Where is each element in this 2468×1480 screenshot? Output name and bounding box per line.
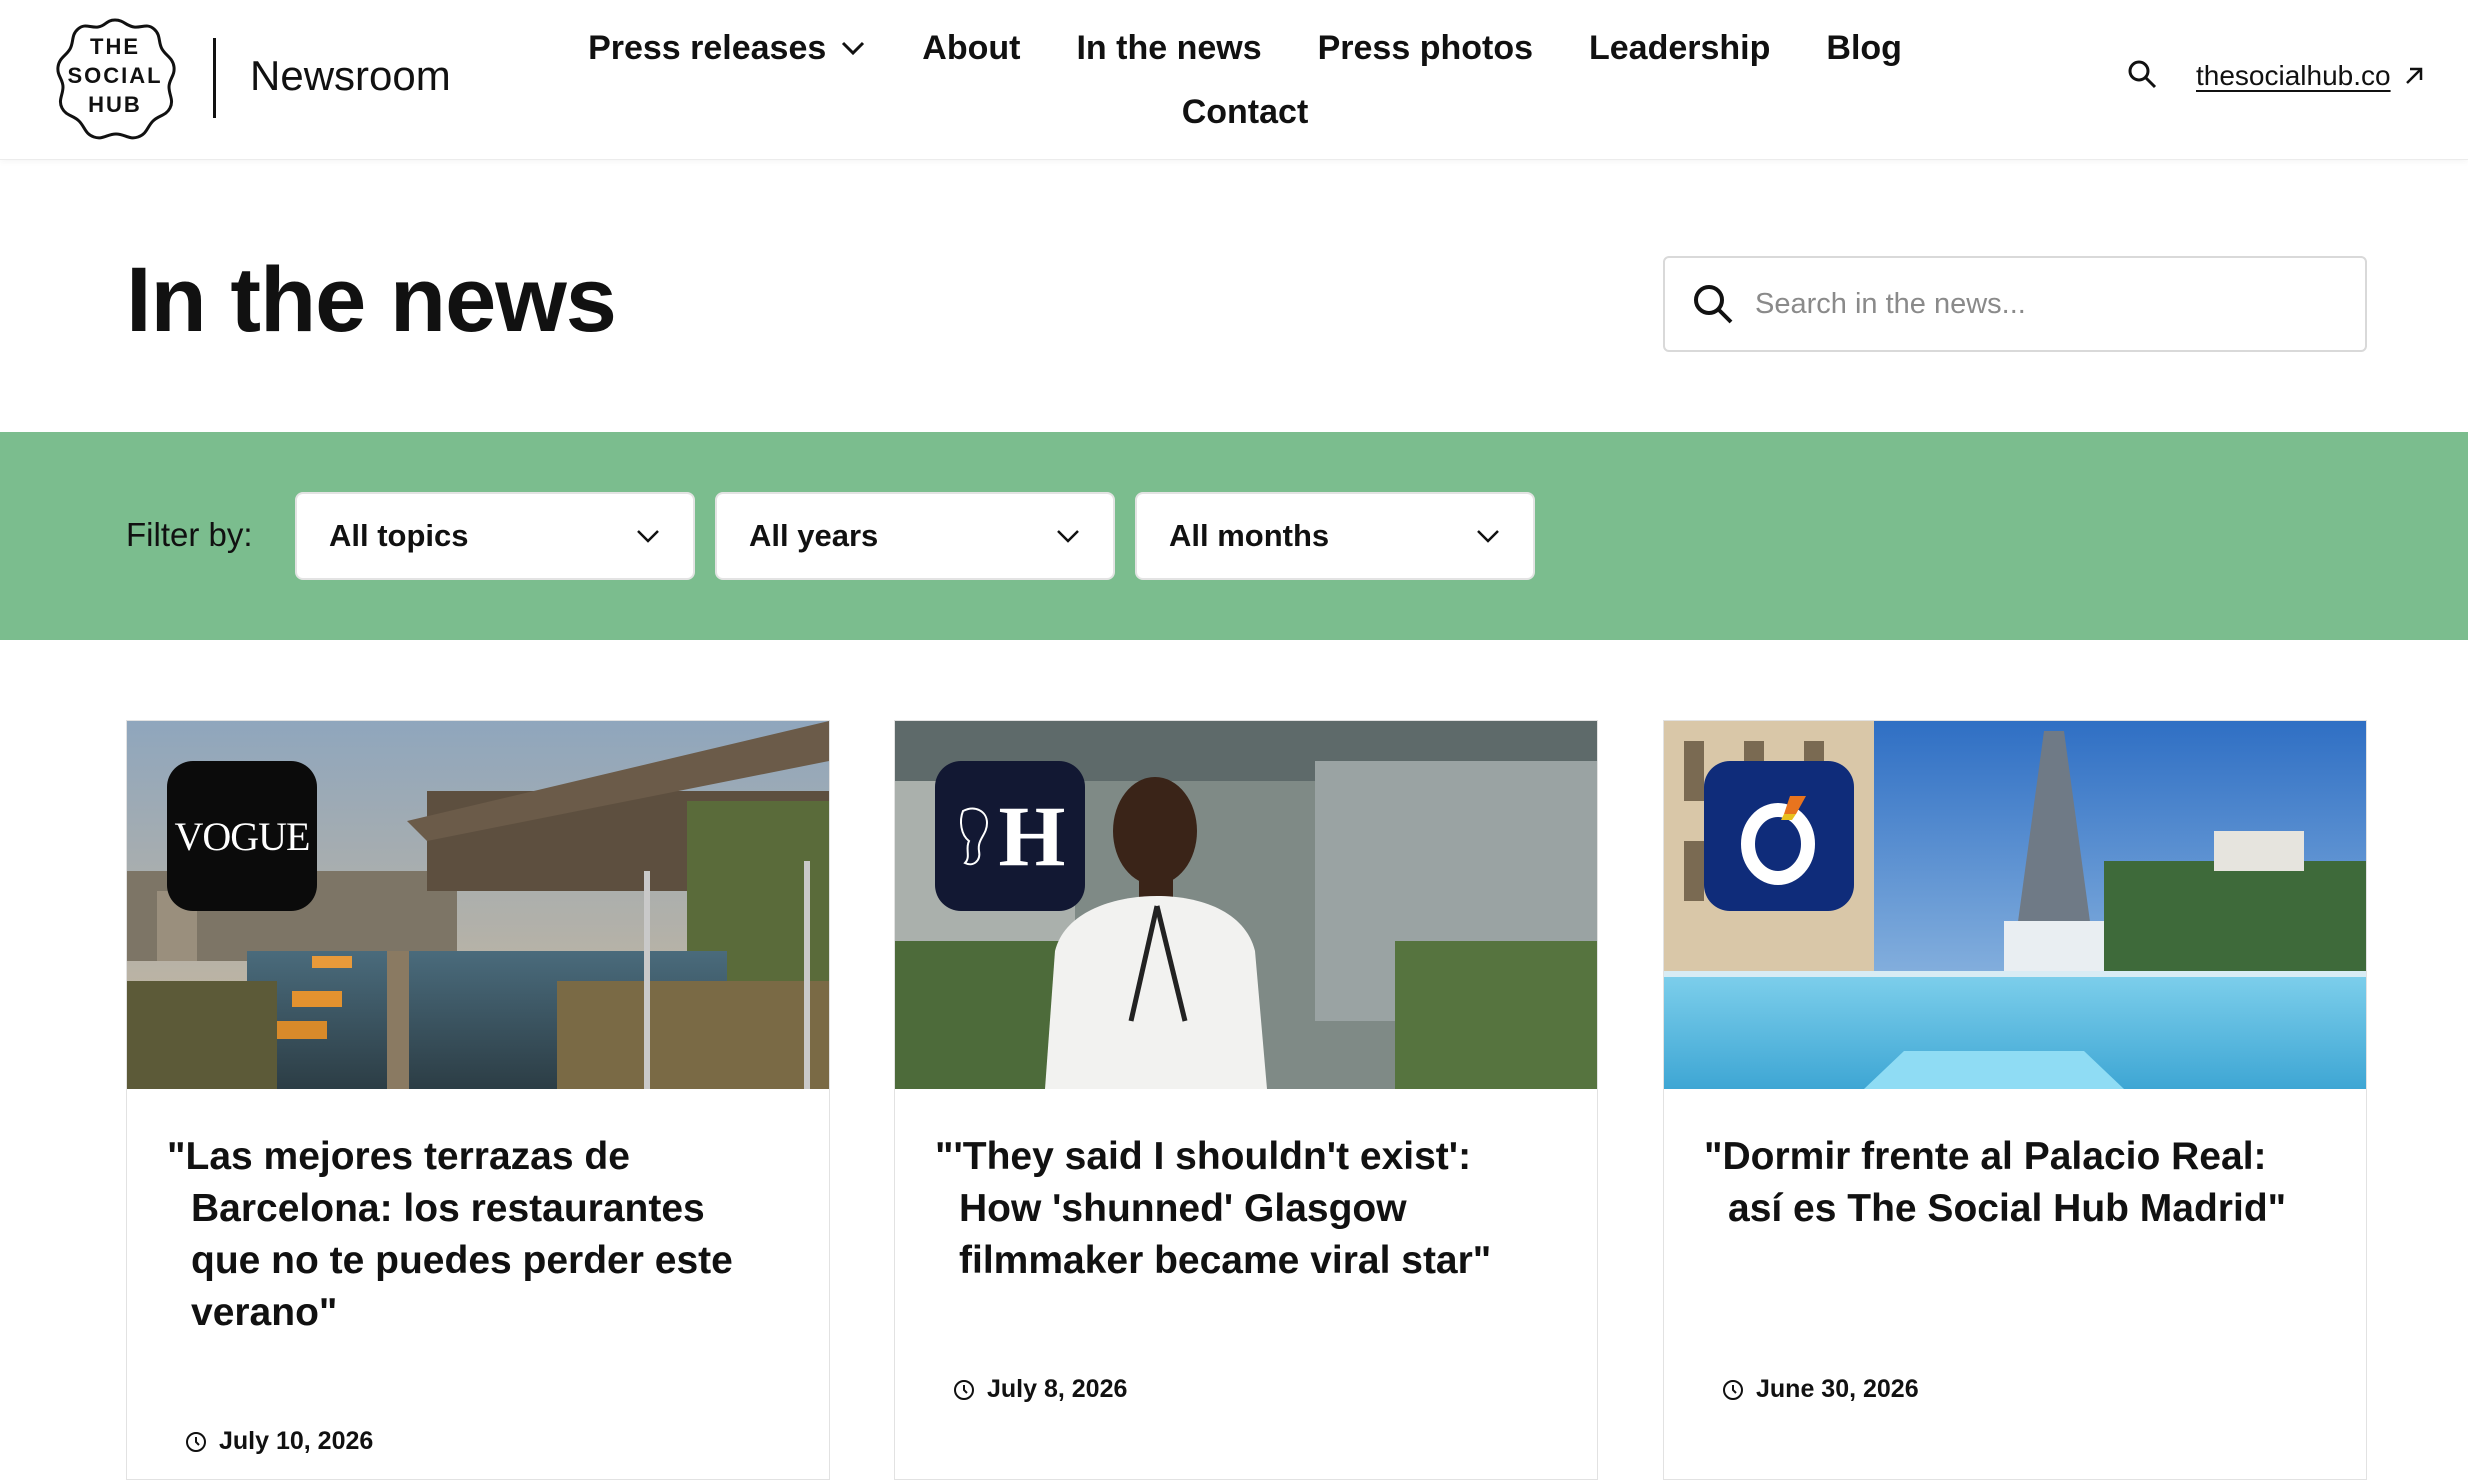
publication-name: H (998, 788, 1066, 884)
nav-about[interactable]: About (922, 22, 1020, 74)
okdiario-o-mark-icon (1741, 796, 1815, 885)
nav-label: Press releases (588, 29, 827, 67)
clock-icon (953, 1379, 975, 1401)
nav-leadership[interactable]: Leadership (1589, 22, 1770, 74)
card-date: July 8, 2026 (953, 1375, 1127, 1404)
card-date: June 30, 2026 (1722, 1375, 1919, 1404)
card-image (1664, 721, 2366, 1089)
external-arrow-icon (2403, 65, 2425, 87)
years-select[interactable]: All years (715, 492, 1115, 580)
card-image: VOGUE (127, 721, 829, 1089)
chevron-down-icon (635, 528, 661, 544)
nav-press-releases[interactable]: Press releases (588, 22, 866, 74)
search-icon (1691, 282, 1735, 326)
card-title: "Las mejores terrazas de Barcelona: los … (167, 1135, 733, 1334)
topics-select-value: All topics (329, 518, 469, 553)
external-link-label: thesocialhub.co (2196, 60, 2391, 91)
vogue-logo: VOGUE (167, 761, 317, 911)
herald-logo: H (935, 761, 1085, 911)
chevron-down-icon (1055, 528, 1081, 544)
main-nav: Press releases About In the news Press p… (560, 22, 1930, 138)
brand-name[interactable]: Newsroom (250, 52, 451, 100)
months-select-value: All months (1169, 518, 1330, 553)
nav-contact[interactable]: Contact (1182, 86, 1309, 138)
chevron-down-icon (840, 39, 866, 57)
clock-icon (185, 1431, 207, 1453)
okdiario-logo (1704, 761, 1854, 911)
date-label: July 8, 2026 (987, 1375, 1128, 1403)
date-label: June 30, 2026 (1756, 1375, 1919, 1403)
news-card[interactable]: "Dormir frente al Palacio Real: así es T… (1663, 720, 2367, 1480)
logo-wordmark: THE SOCIAL HUB (67, 34, 163, 117)
topics-select[interactable]: All topics (295, 492, 695, 580)
nav-press-photos[interactable]: Press photos (1318, 22, 1533, 74)
card-date: July 10, 2026 (185, 1427, 373, 1456)
page-title: In the news (126, 249, 617, 351)
card-title: "'They said I shouldn't exist': How 'shu… (935, 1135, 1492, 1282)
chevron-down-icon (1475, 528, 1501, 544)
news-card[interactable]: VOGUE "Las mejores terrazas de Barcelona… (126, 720, 830, 1480)
publication-name: VOGUE (174, 813, 311, 859)
clock-icon (1722, 1379, 1744, 1401)
logo-divider (213, 38, 216, 118)
years-select-value: All years (749, 518, 879, 553)
date-label: July 10, 2026 (219, 1427, 374, 1455)
card-title: "Dormir frente al Palacio Real: así es T… (1704, 1135, 2287, 1230)
nav-blog[interactable]: Blog (1826, 22, 1902, 74)
news-search-box[interactable] (1663, 256, 2367, 352)
site-header: THE SOCIAL HUB Newsroom Press releases A… (0, 0, 2468, 160)
card-image: H (895, 721, 1597, 1089)
herald-crest-icon (959, 807, 988, 866)
external-site-link[interactable]: thesocialhub.co (2196, 60, 2425, 92)
news-card[interactable]: H "'They said I shouldn't exist': How 's… (894, 720, 1598, 1480)
filter-label: Filter by: (126, 516, 253, 553)
filter-bar: Filter by: All topics All years All mont… (0, 432, 2468, 640)
nav-in-the-news[interactable]: In the news (1076, 22, 1261, 74)
months-select[interactable]: All months (1135, 492, 1535, 580)
news-search-input[interactable] (1755, 287, 2315, 321)
search-icon[interactable] (2126, 58, 2158, 90)
